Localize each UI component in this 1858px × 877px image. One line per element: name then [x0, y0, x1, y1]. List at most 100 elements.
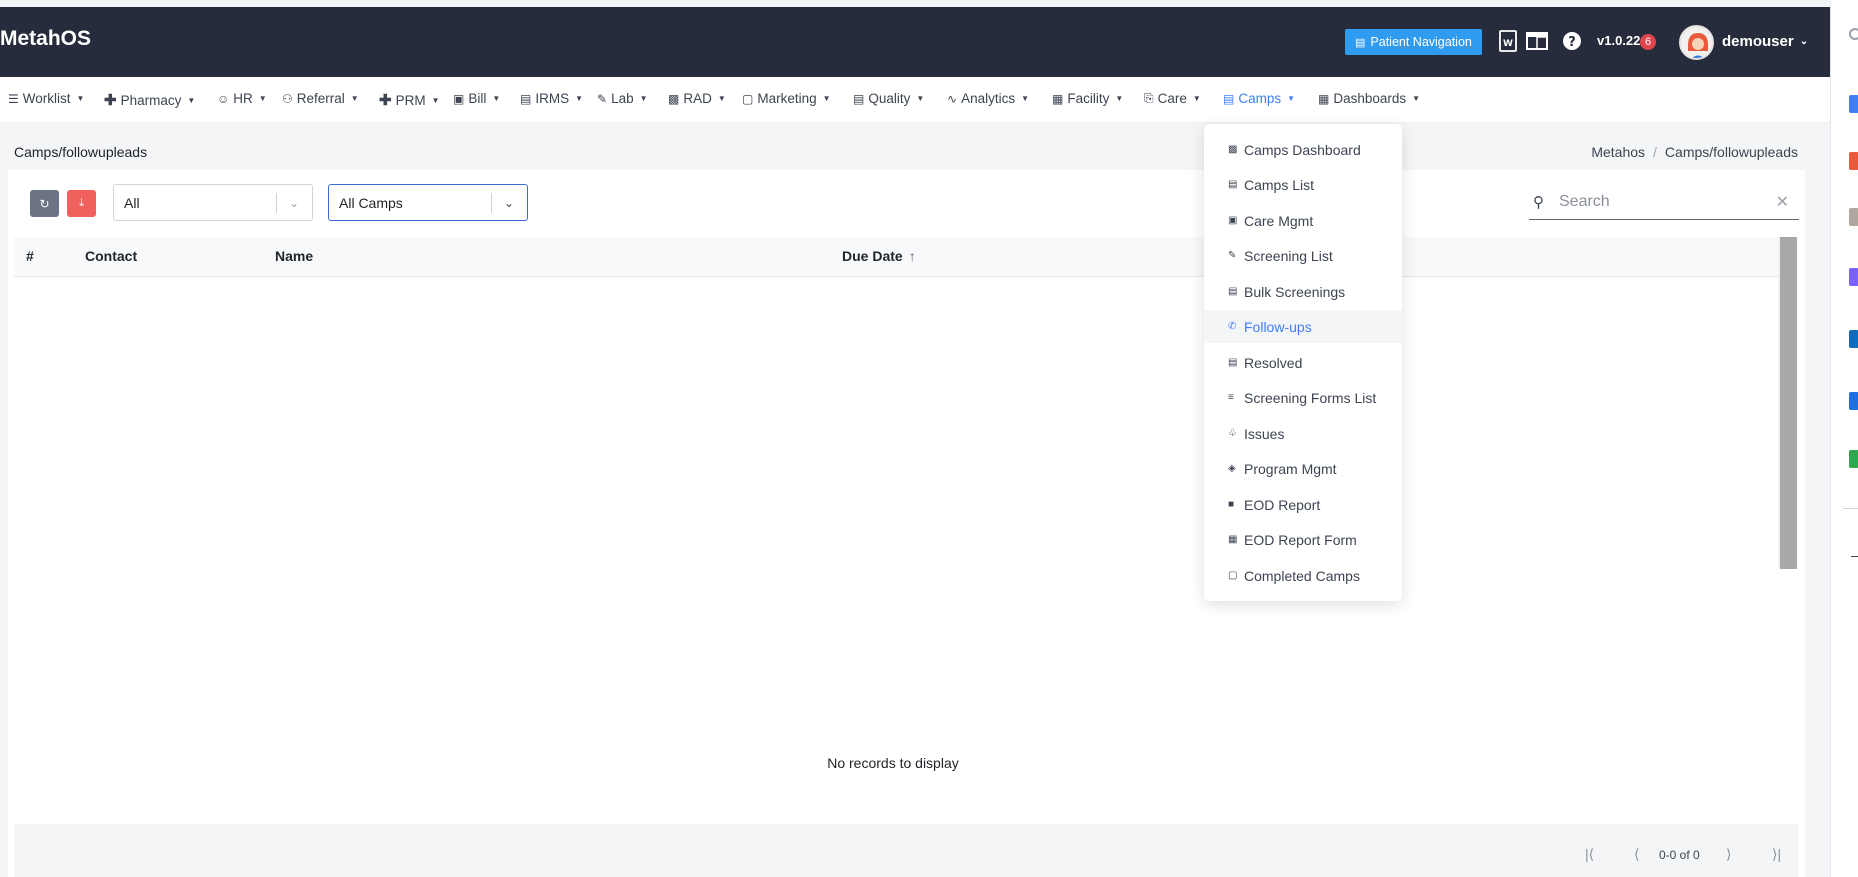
menu-item-eod-report-form[interactable]: ▦ EOD Report Form: [1204, 523, 1402, 556]
help-icon[interactable]: ?: [1561, 29, 1583, 53]
search-box: ⚲ ✕: [1529, 184, 1799, 220]
search-icon: ⚲: [1533, 194, 1544, 211]
nav-item-lab[interactable]: ✎ Lab ▼: [597, 91, 648, 106]
close-icon[interactable]: ✕: [1776, 192, 1789, 212]
menu-item-label: Screening List: [1244, 247, 1333, 264]
column-due-date[interactable]: Due Date ↑: [842, 248, 916, 264]
sort-ascending-icon[interactable]: ↑: [909, 248, 916, 264]
money-icon: ▣: [453, 91, 465, 106]
gift-icon[interactable]: [1849, 152, 1858, 170]
menu-item-camps-list[interactable]: ▤ Camps List: [1204, 168, 1402, 201]
caret-down-icon: ▼: [1021, 94, 1030, 103]
caret-down-icon: ▼: [492, 94, 501, 103]
menu-item-completed-camps[interactable]: ▢ Completed Camps: [1204, 559, 1402, 592]
caret-down-icon: ▼: [1192, 94, 1201, 103]
nav-item-hr[interactable]: ☺ HR ▼: [217, 91, 267, 106]
chevron-down-icon[interactable]: ⌄: [284, 193, 304, 213]
breadcrumb-root[interactable]: Metahos: [1591, 144, 1645, 160]
next-page-icon[interactable]: ⟩: [1726, 846, 1731, 863]
menu-item-screening-forms-list[interactable]: ≡ Screening Forms List: [1204, 381, 1402, 414]
user-menu[interactable]: demouser ⌄: [1722, 33, 1808, 50]
chevron-down-icon[interactable]: ⌄: [499, 193, 519, 213]
menu-item-label: Care Mgmt: [1244, 212, 1314, 229]
caret-down-icon: ▼: [575, 94, 584, 103]
refresh-button[interactable]: ↻: [30, 190, 59, 217]
nav-item-marketing[interactable]: ▢ Marketing ▼: [742, 91, 831, 106]
last-page-icon[interactable]: ⟩|: [1772, 846, 1781, 863]
column-name[interactable]: Name: [275, 248, 313, 264]
export-button[interactable]: ⤓: [67, 190, 96, 217]
refresh-icon: ↻: [39, 196, 50, 211]
nav-item-referral[interactable]: ⚇ Referral ▼: [282, 91, 359, 106]
nav-item-prm[interactable]: ✚ PRM ▼: [379, 91, 440, 109]
menu-item-issues[interactable]: ♧ Issues: [1204, 417, 1402, 450]
search-input[interactable]: [1559, 190, 1759, 214]
table-header: # Contact Name Due Date ↑: [14, 237, 1778, 277]
nav-item-quality[interactable]: ▤ Quality ▼: [853, 91, 924, 106]
trash-icon: ▦: [1228, 534, 1238, 545]
pagination: |⟨ ⟨ 0-0 of 0 ⟩ ⟩|: [14, 824, 1798, 877]
plus-icon: ✚: [379, 92, 392, 109]
username: demouser: [1722, 33, 1794, 50]
nav-item-care[interactable]: ⎘ Care ▼: [1144, 91, 1201, 106]
camp-select[interactable]: All Camps ⌄: [328, 184, 528, 221]
word-doc-icon[interactable]: W: [1497, 29, 1519, 53]
megaphone-icon: ♧: [1228, 428, 1237, 439]
menu-item-eod-report[interactable]: ■ EOD Report: [1204, 488, 1402, 521]
menu-item-label: Screening Forms List: [1244, 389, 1377, 406]
nav-item-dashboards[interactable]: ▦ Dashboards ▼: [1318, 91, 1420, 106]
nav-item-analytics[interactable]: ∿ Analytics ▼: [947, 91, 1029, 106]
caret-down-icon: ▼: [76, 94, 85, 103]
nav-item-camps[interactable]: ▤ Camps ▼: [1223, 91, 1295, 106]
menu-item-care-mgmt[interactable]: ▣ Care Mgmt: [1204, 204, 1402, 237]
scrollbar-thumb[interactable]: [1780, 237, 1797, 569]
avatar[interactable]: [1679, 25, 1714, 60]
app-icon-purple[interactable]: [1849, 268, 1858, 286]
right-sidebar: [1830, 0, 1858, 877]
search-icon[interactable]: [1849, 28, 1858, 40]
person-icon[interactable]: [1849, 208, 1858, 226]
briefcase-filled-icon: ▣: [1228, 215, 1238, 226]
nav-label: IRMS: [535, 91, 570, 106]
caret-down-icon: ▼: [187, 95, 196, 105]
caret-down-icon: ▼: [1412, 94, 1421, 103]
vertical-scrollbar[interactable]: [1778, 237, 1797, 569]
notification-badge[interactable]: 6: [1640, 34, 1656, 50]
menu-item-follow-ups[interactable]: ✆ Follow-ups: [1204, 310, 1402, 343]
nav-label: Quality: [868, 91, 911, 106]
menu-item-screening-list[interactable]: ✎ Screening List: [1204, 239, 1402, 272]
breadcrumb-current: Camps/followupleads: [1664, 144, 1798, 160]
menu-item-program-mgmt[interactable]: ◈ Program Mgmt: [1204, 452, 1402, 485]
list-icon: ☰: [8, 91, 19, 106]
nav-item-pharmacy[interactable]: ✚ Pharmacy ▼: [104, 91, 195, 109]
nav-item-worklist[interactable]: ☰ Worklist ▼: [8, 91, 84, 106]
camps-menu: ▩ Camps Dashboard ▤ Camps List ▣ Care Mgmt …: [1204, 124, 1402, 601]
menu-item-bulk-screenings[interactable]: ▤ Bulk Screenings: [1204, 275, 1402, 308]
pagination-info: 0-0 of 0: [1659, 848, 1700, 862]
nav-item-irms[interactable]: ▤ IRMS ▼: [520, 91, 583, 106]
prev-page-icon[interactable]: ⟨: [1634, 846, 1639, 863]
svg-text:?: ?: [1568, 35, 1576, 50]
bed-icon: ⎘: [1144, 91, 1154, 105]
nav-item-bill[interactable]: ▣ Bill ▼: [453, 91, 500, 106]
patient-navigation-button[interactable]: ▤ Patient Navigation: [1345, 29, 1482, 55]
app-logo[interactable]: MetahOS: [0, 27, 91, 51]
app-icon-blue[interactable]: [1849, 95, 1858, 113]
nav-label: Analytics: [961, 91, 1016, 106]
window-icon[interactable]: [1526, 29, 1548, 53]
caret-down-icon: ▼: [431, 95, 440, 105]
sliders-icon: ≡: [1228, 392, 1234, 403]
caret-down-icon: ▼: [822, 94, 831, 103]
menu-item-resolved[interactable]: ▤ Resolved: [1204, 346, 1402, 379]
phone-icon: ✆: [1228, 321, 1237, 332]
menu-item-camps-dashboard[interactable]: ▩ Camps Dashboard: [1204, 133, 1402, 166]
nav-item-rad[interactable]: ▩ RAD ▼: [668, 91, 726, 106]
column-contact[interactable]: Contact: [85, 248, 137, 264]
first-page-icon[interactable]: |⟨: [1585, 846, 1594, 863]
nav-item-facility[interactable]: ▦ Facility ▼: [1052, 91, 1123, 106]
status-select[interactable]: All ⌄: [113, 184, 313, 221]
users-icon: ⚇: [282, 91, 293, 106]
outlook-icon[interactable]: [1849, 330, 1858, 348]
app-icon-green[interactable]: [1849, 450, 1858, 468]
app-icon-v[interactable]: [1849, 392, 1858, 410]
